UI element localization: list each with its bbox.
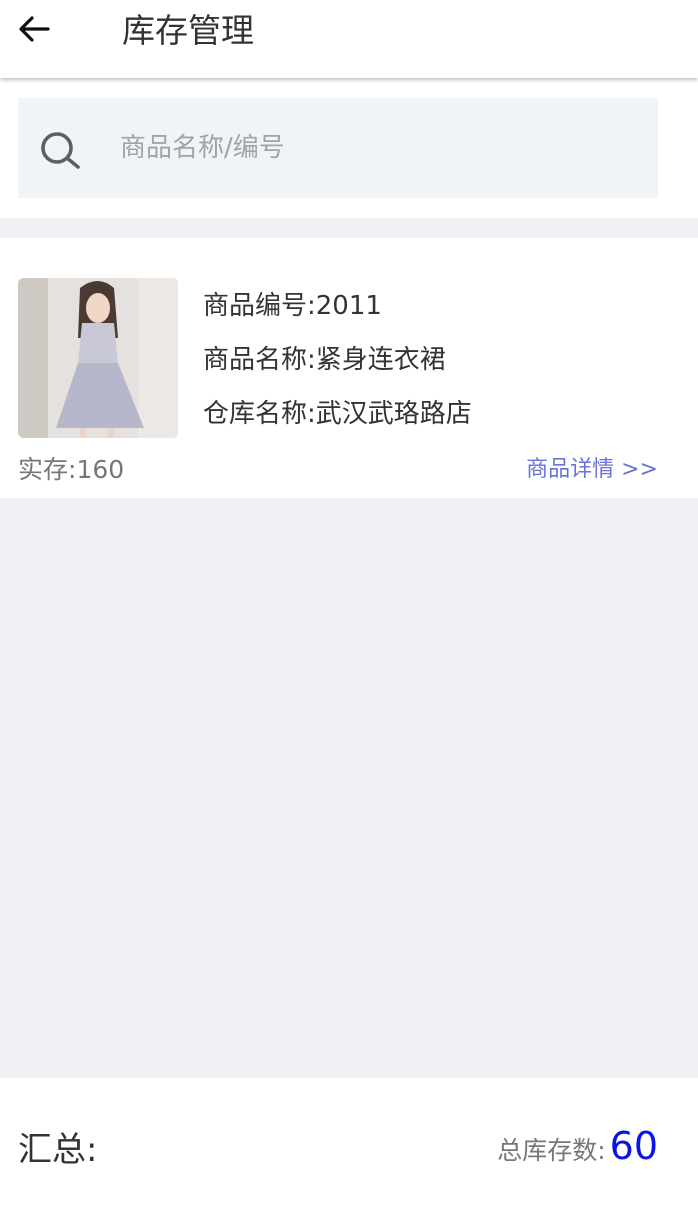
summary-label: 汇总: xyxy=(18,1130,98,1170)
search-icon xyxy=(41,132,80,169)
product-name-value: 紧身连衣裙 xyxy=(315,345,446,375)
warehouse-name-value: 武汉武珞路店 xyxy=(315,399,472,429)
product-thumbnail xyxy=(18,278,178,438)
product-detail-link[interactable]: 商品详情 >> xyxy=(526,454,658,486)
total-stock-value: 60 xyxy=(609,1124,658,1168)
search-section xyxy=(0,78,698,218)
product-code-line: 商品编号:2011 xyxy=(203,288,382,324)
warehouse-name-line: 仓库名称:武汉武珞路店 xyxy=(203,396,472,432)
product-name-line: 商品名称:紧身连衣裙 xyxy=(203,342,446,378)
dress-photo-icon xyxy=(18,278,178,438)
product-code-value: 2011 xyxy=(315,291,382,321)
arrow-left-icon[interactable] xyxy=(14,10,54,50)
actual-stock-value: 160 xyxy=(76,455,125,484)
top-app-bar: 库存管理 xyxy=(0,0,698,78)
actual-stock-label: 实存: xyxy=(18,455,77,484)
total-stock-label: 总库存数: xyxy=(497,1136,606,1165)
page-title: 库存管理 xyxy=(122,11,254,50)
total-stock: 总库存数: 60 xyxy=(497,1124,658,1174)
search-input[interactable] xyxy=(118,124,642,172)
product-code-label: 商品编号: xyxy=(203,291,316,321)
warehouse-name-label: 仓库名称: xyxy=(203,399,316,429)
search-bar[interactable] xyxy=(18,98,658,198)
actual-stock: 实存:160 xyxy=(18,452,124,488)
product-card[interactable]: 商品编号:2011 商品名称:紧身连衣裙 仓库名称:武汉武珞路店 实存:160 … xyxy=(0,238,698,498)
summary-footer: 汇总: 总库存数: 60 xyxy=(0,1078,698,1208)
product-name-label: 商品名称: xyxy=(203,345,316,375)
